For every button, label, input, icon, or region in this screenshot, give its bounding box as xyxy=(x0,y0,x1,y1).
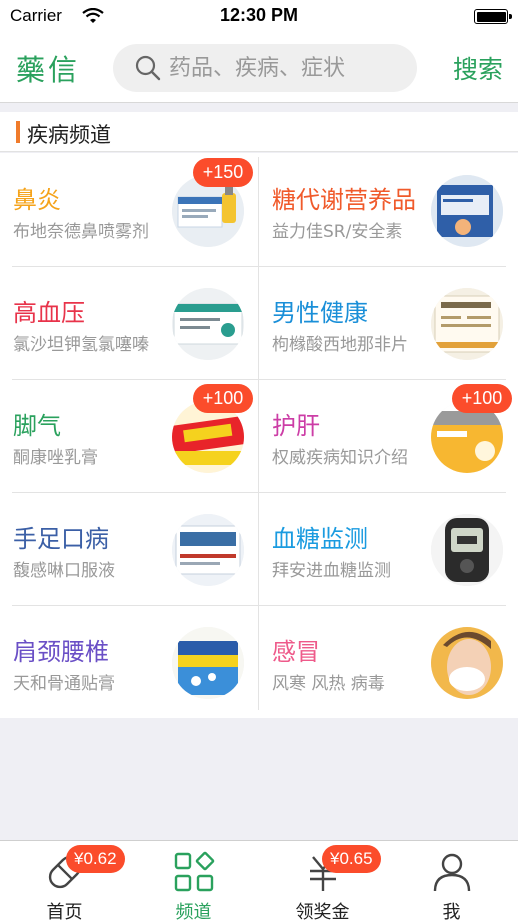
bottom-tab-bar: 首页 ¥0.62 频道 领奖金 ¥0.65 我 xyxy=(0,840,518,920)
section-header: 疾病频道 xyxy=(0,112,518,152)
plaster-box-image xyxy=(172,627,244,699)
channel-subtitle: 酮康唑乳膏 xyxy=(13,448,98,468)
channel-card-hypertension[interactable]: 高血压 氯沙坦钾氢氯噻嗪 xyxy=(0,266,259,379)
channel-subtitle: 风寒 风热 病毒 xyxy=(272,674,385,694)
grid-icon xyxy=(174,851,215,892)
channel-subtitle: 天和骨通贴膏 xyxy=(13,674,115,694)
channel-title: 感冒 xyxy=(272,638,320,666)
channel-card-athletes-foot[interactable]: 脚气 酮康唑乳膏 +100 xyxy=(0,379,259,492)
channel-title: 手足口病 xyxy=(13,525,109,553)
search-button[interactable]: 搜索 xyxy=(453,50,503,86)
channel-title: 肩颈腰椎 xyxy=(13,638,109,666)
reward-badge: +150 xyxy=(193,158,253,187)
disease-channel-grid: 鼻炎 布地奈德鼻喷雾剂 +150 糖代谢营养品 益力佳SR/安全素 高血压 氯沙… xyxy=(0,153,518,718)
channel-card-glucose-nutrition[interactable]: 糖代谢营养品 益力佳SR/安全素 xyxy=(259,153,518,266)
channel-title: 血糖监测 xyxy=(272,525,368,553)
blood-pressure-medicine-box-image xyxy=(172,288,244,360)
search-input[interactable] xyxy=(169,44,409,92)
channel-card-mens-health[interactable]: 男性健康 枸橼酸西地那非片 xyxy=(259,266,518,379)
tab-label: 我 xyxy=(442,902,461,920)
channel-title: 护肝 xyxy=(272,412,320,440)
channel-subtitle: 氯沙坦钾氢氯噻嗪 xyxy=(13,335,149,355)
clock: 12:30 PM xyxy=(219,5,299,25)
channel-card-glucose-monitoring[interactable]: 血糖监测 拜安进血糖监测 xyxy=(259,492,518,605)
channel-title: 高血压 xyxy=(13,299,85,327)
tab-label: 首页 xyxy=(46,902,83,920)
search-box[interactable] xyxy=(113,44,417,92)
reward-badge: +100 xyxy=(193,384,253,413)
channel-card-liver-care[interactable]: 护肝 权威疾病知识介绍 +100 xyxy=(259,379,518,492)
mens-health-medicine-box-image xyxy=(431,288,503,360)
oral-liquid-box-image xyxy=(172,514,244,586)
tab-me[interactable]: 我 xyxy=(387,841,516,920)
section-title: 疾病频道 xyxy=(27,123,111,147)
channel-title: 脚气 xyxy=(13,412,61,440)
channel-card-neck-back[interactable]: 肩颈腰椎 天和骨通贴膏 xyxy=(0,605,259,718)
channel-subtitle: 枸橼酸西地那非片 xyxy=(272,335,408,355)
channel-card-common-cold[interactable]: 感冒 风寒 风热 病毒 xyxy=(259,605,518,718)
search-icon xyxy=(135,55,161,81)
top-navbar: 藥信 搜索 xyxy=(0,33,518,103)
channel-subtitle: 益力佳SR/安全素 xyxy=(272,222,403,242)
channel-subtitle: 布地奈德鼻喷雾剂 xyxy=(13,222,149,242)
tab-label: 领奖金 xyxy=(295,902,350,920)
section-accent-bar xyxy=(16,121,20,143)
nutrition-box-image xyxy=(431,175,503,247)
tab-channels[interactable]: 频道 xyxy=(129,841,258,920)
channel-title: 鼻炎 xyxy=(13,186,61,214)
reward-amount-badge: ¥0.62 xyxy=(66,845,125,873)
reward-amount-badge: ¥0.65 xyxy=(322,845,381,873)
tab-home[interactable]: 首页 ¥0.62 xyxy=(0,841,129,920)
status-bar: Carrier 12:30 PM xyxy=(0,0,518,33)
app-logo: 藥信 xyxy=(16,53,81,87)
tab-label: 频道 xyxy=(175,902,212,920)
channel-subtitle: 拜安进血糖监测 xyxy=(272,561,391,581)
reward-badge: +100 xyxy=(452,384,512,413)
tab-rewards[interactable]: 领奖金 ¥0.65 xyxy=(258,841,387,920)
channel-card-hfmd[interactable]: 手足口病 馥感啉口服液 xyxy=(0,492,259,605)
channel-subtitle: 馥感啉口服液 xyxy=(13,561,115,581)
battery-icon xyxy=(474,9,512,24)
person-icon xyxy=(433,853,471,892)
channel-card-rhinitis[interactable]: 鼻炎 布地奈德鼻喷雾剂 +150 xyxy=(0,153,259,266)
channel-title: 糖代谢营养品 xyxy=(272,186,416,214)
channel-title: 男性健康 xyxy=(272,299,368,327)
glucose-meter-image xyxy=(431,514,503,586)
channel-subtitle: 权威疾病知识介绍 xyxy=(272,448,408,468)
cold-woman-tissue-image xyxy=(431,627,503,699)
